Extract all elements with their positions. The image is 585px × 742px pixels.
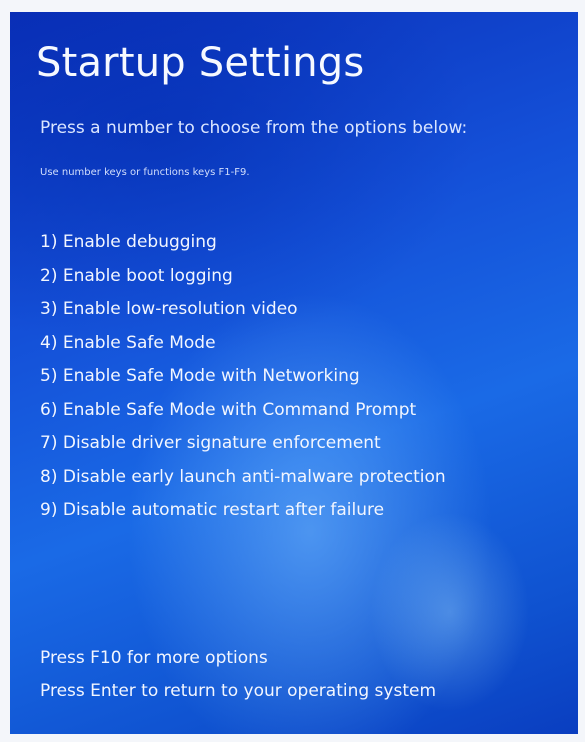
photo-frame: Startup Settings Press a number to choos… <box>0 0 585 742</box>
option-enable-debugging[interactable]: 1) Enable debugging <box>40 226 446 260</box>
startup-options-list: 1) Enable debugging 2) Enable boot loggi… <box>40 226 446 528</box>
return-to-os-prompt[interactable]: Press Enter to return to your operating … <box>40 675 436 708</box>
key-hint-text: Use number keys or functions keys F1-F9. <box>40 167 250 178</box>
instruction-text: Press a number to choose from the option… <box>40 118 468 138</box>
option-enable-safe-mode[interactable]: 4) Enable Safe Mode <box>40 327 446 361</box>
option-disable-early-launch-antimalware[interactable]: 8) Disable early launch anti-malware pro… <box>40 461 446 495</box>
footer-instructions: Press F10 for more options Press Enter t… <box>40 642 436 708</box>
page-title: Startup Settings <box>36 40 365 86</box>
option-safe-mode-command-prompt[interactable]: 6) Enable Safe Mode with Command Prompt <box>40 394 446 428</box>
startup-settings-screen: Startup Settings Press a number to choos… <box>10 12 578 734</box>
option-safe-mode-networking[interactable]: 5) Enable Safe Mode with Networking <box>40 360 446 394</box>
option-disable-driver-signature[interactable]: 7) Disable driver signature enforcement <box>40 427 446 461</box>
more-options-prompt[interactable]: Press F10 for more options <box>40 642 436 675</box>
option-disable-auto-restart[interactable]: 9) Disable automatic restart after failu… <box>40 494 446 528</box>
option-enable-boot-logging[interactable]: 2) Enable boot logging <box>40 260 446 294</box>
option-enable-low-resolution-video[interactable]: 3) Enable low-resolution video <box>40 293 446 327</box>
